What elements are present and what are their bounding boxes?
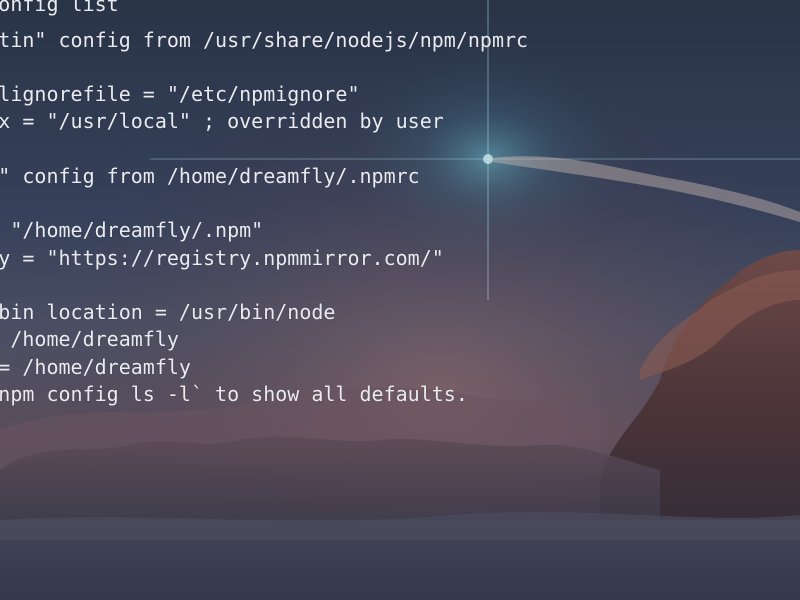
terminal-window[interactable]: $ npm config list ; "builtin" config fro… bbox=[0, 0, 800, 600]
terminal-line: $ npm config list bbox=[0, 0, 119, 16]
terminal-line: ; "user" config from /home/dreamfly/.npm… bbox=[0, 164, 420, 188]
terminal-line: ; prefix = "/usr/local" ; overridden by … bbox=[0, 109, 444, 133]
terminal-line: cache = "/home/dreamfly/.npm" bbox=[10, 218, 264, 242]
terminal-line: ; Run `npm config ls -l` to show all def… bbox=[0, 382, 468, 406]
terminal-line: registry = "https://registry.npmmirror.c… bbox=[0, 246, 444, 270]
terminal-line: ; HOME = /home/dreamfly bbox=[0, 355, 191, 379]
terminal-line: ; node bin location = /usr/bin/node bbox=[0, 300, 336, 324]
terminal-line: ; globalignorefile = "/etc/npmignore" bbox=[0, 82, 360, 106]
terminal-line: ; "builtin" config from /usr/share/nodej… bbox=[0, 28, 529, 52]
terminal-line: ; cwd = /home/dreamfly bbox=[10, 327, 179, 351]
